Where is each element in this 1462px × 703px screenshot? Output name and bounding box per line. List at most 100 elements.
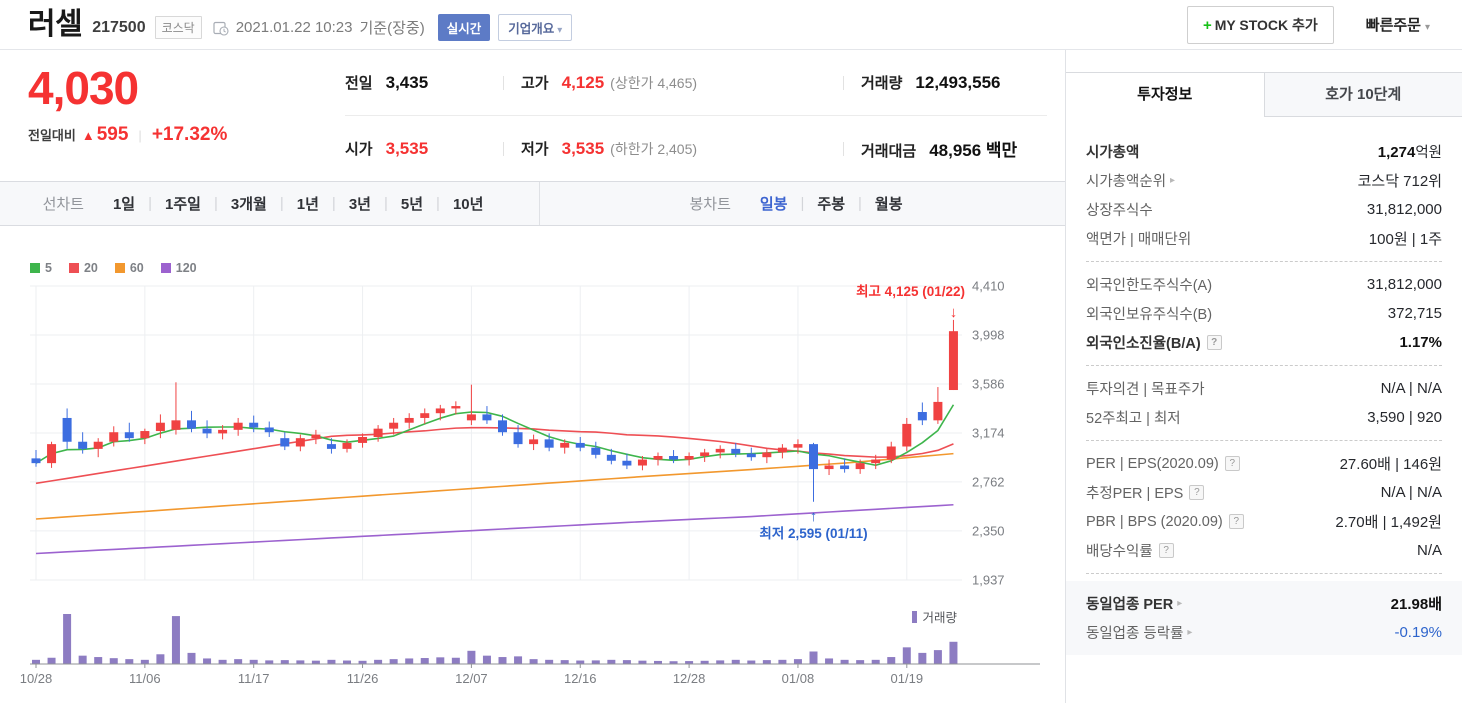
period-tab[interactable]: 1일 — [100, 193, 148, 214]
volume-bar — [171, 616, 180, 664]
quote-value: 3,535 — [385, 139, 429, 158]
realtime-button[interactable]: 실시간 — [437, 13, 491, 41]
candle — [280, 432, 290, 451]
info-value: 1.17% — [1399, 334, 1442, 351]
candle — [78, 432, 88, 454]
market-badge: 코스닥 — [154, 16, 202, 39]
quote-cell-low: 저가 3,535 (하한가 2,405) — [503, 138, 843, 159]
info-row: 배당수익률? N/A — [1086, 536, 1442, 565]
candle-type-tab[interactable]: 주봉 — [804, 193, 858, 214]
panel-tabs: 투자정보 호가 10단계 — [1066, 72, 1462, 117]
volume-bar — [405, 658, 414, 664]
quote-label: 시가 — [345, 141, 373, 158]
volume-bar — [94, 657, 103, 664]
volume-bar — [514, 656, 523, 664]
volume-bar — [63, 614, 72, 664]
period-tab-group: 선차트 1일 | 1주일 | 3개월 | 1년 | 3년 | 5년 | 10년 — [0, 182, 540, 225]
period-tab[interactable]: 3개월 — [218, 193, 280, 214]
period-tab[interactable]: 1주일 — [152, 193, 214, 214]
investment-info-panel: 투자정보 호가 10단계 시가총액 1,274억원 시가총액순위 ▸ 코스닥 712위 상… — [1065, 50, 1462, 703]
company-overview-button[interactable]: 기업개요 ▾ — [498, 13, 573, 41]
period-group-label: 선차트 — [42, 196, 84, 213]
period-tab[interactable]: 5년 — [388, 193, 436, 214]
info-row: 외국인한도주식수(A) 31,812,000 — [1086, 270, 1442, 299]
candle — [47, 441, 57, 468]
info-row[interactable]: 동일업종 PER ▸ 21.98배 — [1086, 589, 1442, 618]
volume-bar — [747, 660, 756, 664]
candle-type-tab-group: 봉차트 일봉 | 주봉 | 월봉 — [540, 182, 1065, 225]
quote-label: 저가 — [521, 141, 549, 158]
svg-text:2,762: 2,762 — [972, 474, 1005, 489]
candle — [124, 422, 134, 442]
candle-type-group-label: 봉차트 — [689, 196, 731, 213]
help-icon[interactable]: ? — [1206, 335, 1222, 350]
volume-bar — [249, 659, 258, 664]
help-icon[interactable]: ? — [1224, 456, 1240, 471]
volume-bar — [140, 659, 149, 664]
svg-text:10/28: 10/28 — [20, 671, 53, 686]
current-price: 4,030 — [28, 62, 139, 114]
quick-order-label: 빠른주문 — [1365, 17, 1421, 34]
volume-bar — [762, 660, 771, 664]
candle — [451, 401, 461, 415]
info-row[interactable]: 시가총액순위 ▸ 코스닥 712위 — [1086, 166, 1442, 195]
svg-text:12/28: 12/28 — [673, 671, 706, 686]
candle — [902, 417, 912, 452]
candle-type-tab[interactable]: 일봉 — [747, 193, 801, 214]
my-stock-add-button[interactable]: + MY STOCK 추가 — [1186, 5, 1334, 44]
quote-cell-trade-value: 거래대금 48,956 백만 — [843, 136, 1047, 161]
svg-text:01/19: 01/19 — [891, 671, 924, 686]
info-value: 31,812,000 — [1366, 201, 1442, 218]
candle — [777, 444, 787, 459]
info-row: PBR | BPS (2020.09)? 2.70배 | 1,492원 — [1086, 507, 1442, 536]
candle — [482, 406, 492, 424]
period-tab[interactable]: 1년 — [284, 193, 332, 214]
info-value: 27.60배 | 146원 — [1339, 456, 1442, 473]
help-icon[interactable]: ? — [1228, 514, 1244, 529]
info-label: PBR | BPS (2020.09)? — [1086, 514, 1244, 530]
candle — [575, 436, 585, 452]
help-icon[interactable]: ? — [1189, 485, 1205, 500]
svg-text:4,410: 4,410 — [972, 279, 1005, 294]
chart-column: 4,030 전일대비 ▲ 595 | +17.32% 전일 3,435 고가 4,12… — [0, 50, 1065, 703]
quote-cell-volume: 거래량 12,493,556 — [843, 72, 1047, 93]
candle — [295, 434, 305, 452]
svg-text:12/07: 12/07 — [455, 671, 488, 686]
candle-type-tab[interactable]: 월봉 — [862, 193, 916, 214]
svg-text:최저 2,595 (01/11): 최저 2,595 (01/11) — [759, 526, 867, 541]
quote-label: 거래대금 — [861, 143, 917, 160]
svg-text:12/16: 12/16 — [564, 671, 597, 686]
volume-bar — [809, 651, 818, 664]
price-chart[interactable]: 10/28 11/06 11/17 11/26 12/07 12/16 12/28 01/08… — [0, 226, 1065, 703]
info-row: 외국인소진율(B/A)? 1.17% — [1086, 328, 1442, 357]
legend-label: 60 — [129, 261, 144, 275]
current-price-block: 4,030 전일대비 ▲ 595 | +17.32% — [0, 50, 345, 181]
volume-bar — [482, 655, 491, 664]
candle — [917, 402, 927, 426]
arrow-right-icon: ▸ — [1177, 598, 1183, 609]
period-tab[interactable]: 3년 — [336, 193, 384, 214]
tab-order-book-10[interactable]: 호가 10단계 — [1264, 72, 1462, 117]
change-label: 전일대비 — [28, 128, 76, 143]
period-tab[interactable]: 10년 — [440, 193, 497, 214]
candle — [264, 421, 274, 437]
industry-comparison-box: 동일업종 PER ▸ 21.98배 동일업종 등락률 ▸ -0.19% — [1066, 581, 1462, 655]
quick-order-button[interactable]: 빠른주문 ▾ — [1360, 13, 1436, 36]
legend-label: 20 — [83, 261, 98, 275]
info-row[interactable]: 동일업종 등락률 ▸ -0.19% — [1086, 618, 1442, 647]
tab-investment-info[interactable]: 투자정보 — [1066, 72, 1265, 117]
candle — [249, 415, 259, 433]
info-section: 시가총액 1,274억원 시가총액순위 ▸ 코스닥 712위 상장주식수 31,812,00… — [1086, 129, 1442, 261]
caret-down-icon: ▾ — [557, 24, 563, 36]
legend-label: 120 — [175, 261, 197, 275]
quote-table: 전일 3,435 고가 4,125 (상한가 4,465) 거래량 12,493,556 시… — [345, 50, 1065, 181]
ma-legend-item: 20 — [68, 261, 98, 275]
legend-swatch — [68, 263, 79, 273]
legend-label: 5 — [45, 261, 52, 275]
volume-bar — [933, 650, 942, 664]
help-icon[interactable]: ? — [1158, 543, 1174, 558]
quote-extra: (하한가 2,405) — [610, 141, 698, 157]
info-value: 2.70배 | 1,492원 — [1335, 514, 1442, 531]
legend-swatch — [160, 263, 171, 273]
info-value: 3,590 | 920 — [1367, 409, 1442, 426]
